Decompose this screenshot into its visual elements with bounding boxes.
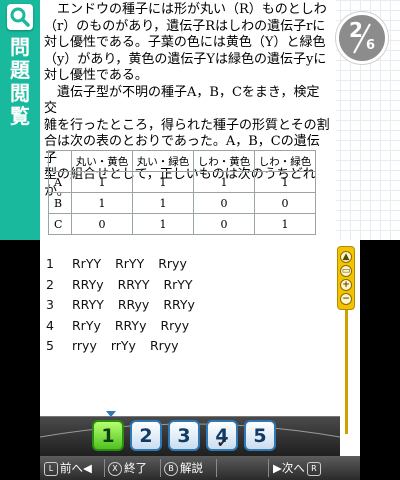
choice-item: 1 RrYY RrYY Rryy [46,256,209,277]
choice-item: 5 rryy rrYy Rryy [46,338,209,359]
choice-number: 5 [46,338,54,353]
search-button[interactable] [7,4,33,30]
end-button[interactable]: X 終了 [108,456,147,480]
choice-genotype-c: Rryy [160,317,190,333]
choice-list: 1 RrYY RrYY Rryy 2 RRYy RRYY RrYY 3 RRYY RRyy RRY… [46,256,209,359]
table-header-row: 丸い・黄色 丸い・緑色 しわ・黄色 しわ・緑色 [48,150,316,172]
scroll-handle[interactable]: ▲ ▭ + − [337,246,355,310]
table-cell: 0 [193,192,255,214]
table-cell: 1 [132,213,194,235]
up-arrow-icon: ▲ [340,251,352,263]
table-header-cell [48,150,72,172]
zoom-out-icon: − [340,293,352,305]
choice-genotype-b: RRYy [114,317,147,333]
results-table: 丸い・黄色 丸い・緑色 しわ・黄色 しわ・緑色 A 1 1 1 1 B 1 1 … [48,150,316,235]
page-total: 6 [366,38,376,53]
sidebar-title-char: 覧 [10,104,30,128]
choice-genotype-b: RRyy [117,297,150,312]
explanation-label: 解説 [180,461,203,475]
divider [216,459,217,477]
divider [160,459,161,477]
x-button-icon: X [108,461,122,476]
selected-marker-icon [106,411,116,417]
choice-number: 3 [46,297,54,312]
answer-button-4[interactable]: 4 ✔ [206,420,238,451]
table-cell: 1 [71,192,133,214]
table-header-cell: しわ・緑色 [254,150,316,172]
table-cell: 0 [254,192,316,214]
choice-genotype-a: RRYy [72,276,104,292]
choice-genotype-c: Rryy [149,338,179,353]
explanation-button[interactable]: B 解説 [164,456,203,480]
page-indicator: 2 6 [336,12,388,64]
choice-genotype-b: RrYY [115,256,145,271]
scroll-track [345,310,348,434]
choice-genotype-a: RrYy [72,317,101,333]
choice-genotype-a: rryy [72,338,97,353]
table-cell: 1 [254,171,316,193]
answer-button-1[interactable]: 1 [92,420,124,451]
sidebar-title-char: 閲 [10,81,30,105]
page-current: 2 [349,18,363,42]
sidebar-title-char: 題 [10,58,30,82]
table-row: B 1 1 0 0 [48,192,316,214]
table-cell: A [48,171,72,193]
choice-genotype-a: RrYY [72,256,102,271]
magnifier-icon [10,7,30,27]
prev-label: 前へ◀ [60,461,92,475]
table-cell: 1 [132,192,194,214]
table-header-cell: 丸い・緑色 [132,150,194,172]
scroll-control[interactable]: ▲ ▭ + − [337,246,355,436]
table-header-cell: しわ・黄色 [193,150,255,172]
b-button-icon: B [164,461,178,476]
choice-item: 2 RRYy RRYY RrYY [46,277,209,298]
choice-item: 3 RRYY RRyy RRYy [46,297,209,318]
answer-button-2[interactable]: 2 [130,420,162,451]
zoom-in-icon: + [340,279,352,291]
answer-button-5[interactable]: 5 [244,420,276,451]
end-label: 終了 [124,461,147,475]
answer-bar: 1 2 3 4 ✔ 5 [40,411,340,457]
sidebar-title-char: 問 [10,35,30,59]
divider [104,459,105,477]
table-row: C 0 1 0 1 [48,213,316,235]
top-screen: 問 題 閲 覧 エンドウの種子には形が丸い（R）ものとしわ （r）のものがあり，… [0,0,400,240]
slider-icon: ▭ [340,265,352,277]
choice-number: 2 [46,276,54,292]
control-bar: L 前へ◀ X 終了 B 解説 ▶次へ R [40,456,360,480]
table-cell: 1 [254,213,316,235]
choice-number: 1 [46,256,54,271]
table-cell: 1 [71,171,133,193]
next-label: ▶次へ [273,461,305,475]
prev-button[interactable]: L 前へ◀ [44,456,92,480]
choice-genotype-b: rrYy [110,338,136,353]
choice-genotype-c: RRYy [163,297,195,312]
choice-item: 4 RrYy RRYy Rryy [46,318,209,339]
table-cell: B [48,192,72,214]
table-cell: C [48,213,72,235]
choice-number: 4 [46,317,54,333]
table-cell: 0 [71,213,133,235]
sidebar: 問 題 閲 覧 [0,0,40,240]
table-cell: 1 [132,171,194,193]
r-key-icon: R [306,461,321,476]
choice-genotype-c: Rryy [158,256,187,271]
divider [268,459,269,477]
checkmark-icon: ✔ [217,436,228,451]
table-row: A 1 1 1 1 [48,171,316,193]
sidebar-title: 問 題 閲 覧 [0,36,40,128]
bottom-screen: 1 RrYY RrYY Rryy 2 RRYy RRYY RrYY 3 RRYY RRyy RRY… [40,240,360,480]
answer-button-3[interactable]: 3 [168,420,200,451]
choice-genotype-b: RRYY [117,276,150,292]
l-key-icon: L [44,461,58,476]
choice-genotype-a: RRYY [72,297,104,312]
table-cell: 1 [193,171,255,193]
choice-genotype-c: RrYY [163,276,193,292]
next-button[interactable]: ▶次へ R [273,456,323,480]
table-header-cell: 丸い・黄色 [71,150,133,172]
table-cell: 0 [193,213,255,235]
